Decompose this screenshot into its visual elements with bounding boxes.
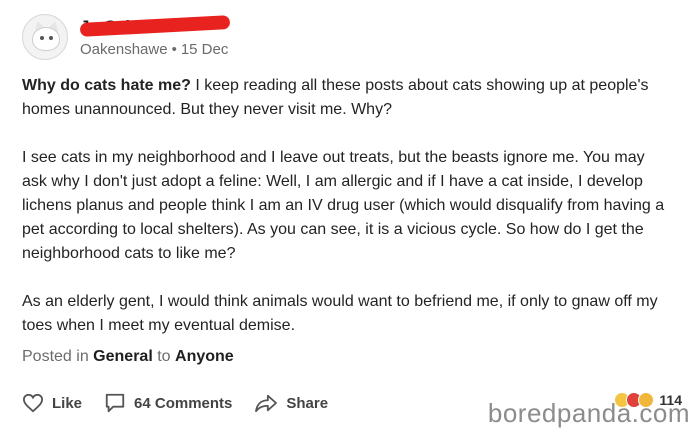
like-label: Like (52, 394, 83, 412)
share-arrow-icon (255, 394, 278, 413)
comments-label: 64 Comments (134, 394, 233, 412)
post-question: Why do cats hate me? (22, 77, 191, 94)
posted-in-line: Posted in General to Anyone (22, 348, 234, 366)
share-button[interactable]: Share (254, 393, 328, 413)
watermark: boredpanda.com (487, 398, 690, 428)
audience-link[interactable]: Anyone (175, 348, 234, 365)
post-body: Why do cats hate me? I keep reading all … (22, 74, 672, 362)
separator-dot: • (171, 40, 177, 58)
post-subline: Oakenshawe • 15 Dec (80, 41, 228, 58)
post-location[interactable]: Oakenshawe (80, 41, 168, 58)
to-word: to (157, 348, 171, 365)
share-label: Share (286, 394, 329, 412)
action-bar: Like 64 Comments Share (22, 388, 350, 418)
category-link[interactable]: General (93, 348, 153, 365)
cat-eye-right (49, 36, 53, 40)
comments-button[interactable]: 64 Comments (104, 392, 232, 414)
posted-prefix: Posted in (22, 348, 89, 365)
post-paragraph-2: I see cats in my neighborhood and I leav… (22, 149, 665, 262)
post-paragraph-3: As an elderly gent, I would think animal… (22, 293, 658, 334)
avatar[interactable] (22, 14, 68, 60)
cat-eye-left (40, 36, 44, 40)
comment-bubble-icon (105, 393, 125, 413)
post-header: Jo Schular Oakenshawe•15 Dec (22, 12, 231, 62)
post-meta: Jo Schular Oakenshawe•15 Dec (79, 14, 231, 58)
post-paragraph-1: Why do cats hate me? I keep reading all … (22, 74, 672, 122)
post-date: 15 Dec (180, 40, 229, 58)
heart-outline-icon (22, 393, 44, 413)
like-button[interactable]: Like (22, 393, 82, 413)
cat-avatar-icon (32, 27, 60, 51)
